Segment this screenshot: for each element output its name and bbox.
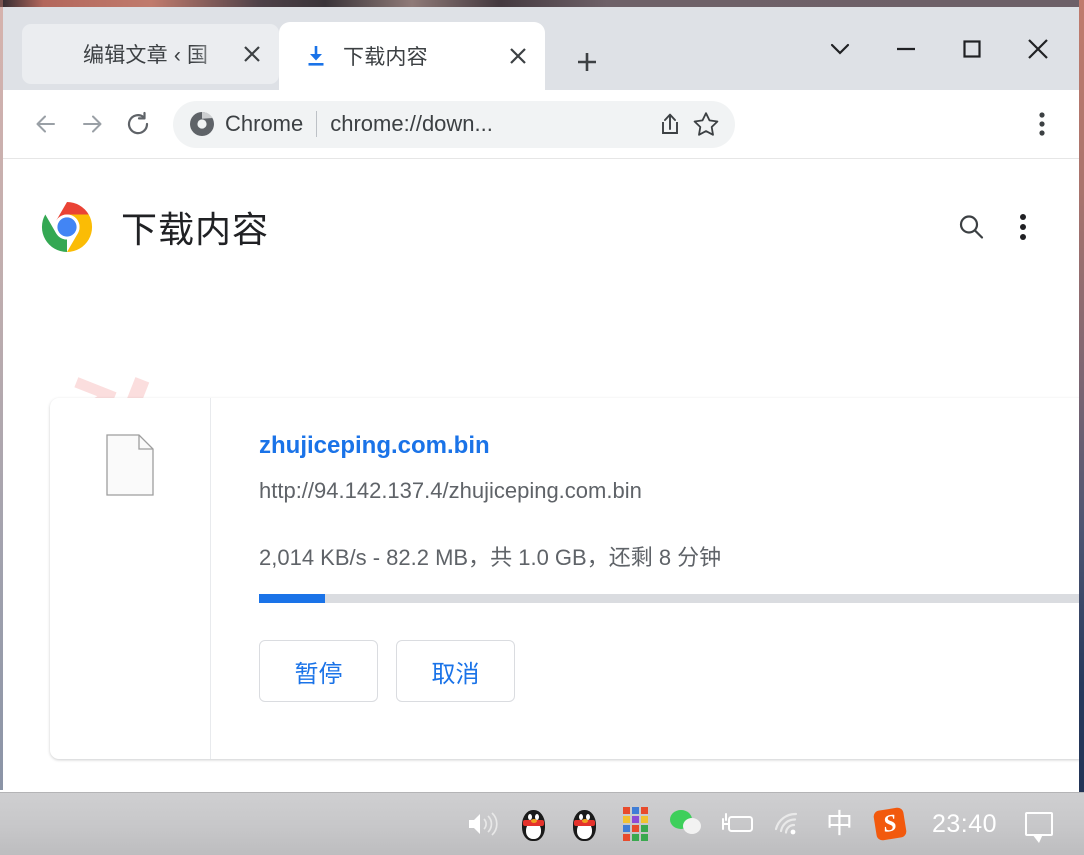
forward-button[interactable] <box>69 101 115 147</box>
close-icon[interactable] <box>501 39 535 73</box>
window-controls <box>807 23 1071 75</box>
download-status-text: 2,014 KB/s - 82.2 MB，共 1.0 GB，还剩 8 分钟 <box>259 545 722 570</box>
red-seal-icon <box>44 42 69 67</box>
qq-icon-2[interactable] <box>559 799 610 850</box>
tab-edit-article[interactable]: 编辑文章 ‹ 国 <box>22 24 279 84</box>
sogou-icon[interactable]: S <box>865 799 916 850</box>
new-tab-button[interactable] <box>564 39 610 85</box>
volume-icon[interactable] <box>457 799 508 850</box>
download-progress-fill <box>259 594 325 603</box>
minimize-button[interactable] <box>873 23 939 75</box>
chrome-logo <box>41 201 93 253</box>
browser-toolbar: Chrome chrome://down... <box>3 90 1079 159</box>
tab-downloads[interactable]: 下载内容 <box>279 22 545 90</box>
close-icon[interactable] <box>235 37 269 71</box>
omnibox-chip-label: Chrome <box>225 111 304 136</box>
downloads-header: 下载内容 <box>3 184 1079 269</box>
bookmark-star-icon[interactable] <box>689 107 723 141</box>
battery-charging-icon[interactable] <box>712 799 763 850</box>
taskbar-clock[interactable]: 23:40 <box>916 810 1013 839</box>
wechat-icon[interactable] <box>661 799 712 850</box>
generic-file-icon <box>106 434 154 496</box>
close-button[interactable] <box>1005 23 1071 75</box>
download-details: zhujiceping.com.bin http://94.142.137.4/… <box>211 398 1079 759</box>
system-tray: 中 S 23:40 <box>457 799 1084 850</box>
sogou-label: S <box>873 806 908 842</box>
tab-title: 下载内容 <box>343 46 428 69</box>
share-icon[interactable] <box>653 107 687 141</box>
download-arrow-icon <box>303 43 329 69</box>
omnibox-url-text: chrome://down... <box>330 111 493 136</box>
download-progress-bar <box>259 594 1079 603</box>
page-title: 下载内容 <box>121 208 270 250</box>
color-grid-icon[interactable] <box>610 799 661 850</box>
download-item-card: zhujiceping.com.bin http://94.142.137.4/… <box>50 398 1079 759</box>
three-dot-menu-icon[interactable] <box>997 201 1049 253</box>
window-border-right <box>1079 0 1084 855</box>
ime-label: 中 <box>825 808 853 839</box>
reload-button[interactable] <box>115 101 161 147</box>
back-button[interactable] <box>23 101 69 147</box>
address-bar[interactable]: Chrome chrome://down... <box>173 100 735 148</box>
omnibox-separator <box>316 111 318 137</box>
download-action-buttons: 暂停 取消 <box>259 640 515 702</box>
tab-search-button[interactable] <box>807 23 873 75</box>
pause-button[interactable]: 暂停 <box>259 640 378 702</box>
download-source-url: http://94.142.137.4/zhujiceping.com.bin <box>259 478 642 503</box>
wifi-icon[interactable] <box>763 799 814 850</box>
notification-icon[interactable] <box>1013 799 1064 850</box>
browser-window: 编辑文章 ‹ 国 下载内容 Chrome chrome://down... 下载… <box>0 0 1084 855</box>
background-window-strip <box>0 0 1084 7</box>
tab-title: 编辑文章 ‹ 国 <box>83 44 209 67</box>
header-actions <box>945 201 1049 253</box>
browser-menu-button[interactable] <box>1019 101 1065 147</box>
download-file-name[interactable]: zhujiceping.com.bin <box>259 432 1079 460</box>
qq-icon-1[interactable] <box>508 799 559 850</box>
ime-icon[interactable]: 中 <box>814 799 865 850</box>
cancel-button[interactable]: 取消 <box>396 640 515 702</box>
file-icon-column <box>50 398 211 759</box>
downloads-page: zhujiceping.com 下载内容 <box>3 160 1079 792</box>
tab-strip: 编辑文章 ‹ 国 下载内容 <box>3 7 1079 90</box>
chrome-icon <box>189 111 215 137</box>
windows-taskbar: 中 S 23:40 <box>0 792 1084 855</box>
maximize-button[interactable] <box>939 23 1005 75</box>
search-icon[interactable] <box>945 201 997 253</box>
